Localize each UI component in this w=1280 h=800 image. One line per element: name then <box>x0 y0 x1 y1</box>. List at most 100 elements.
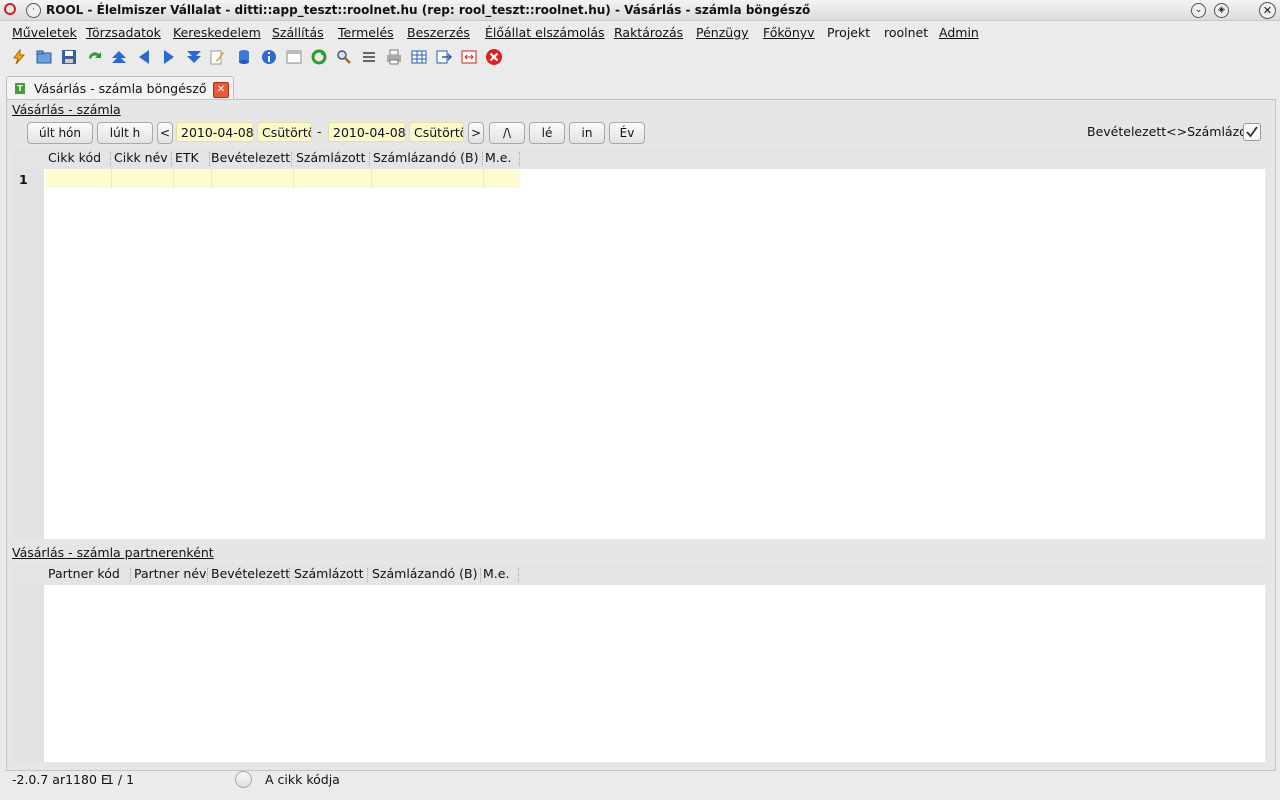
toggle-label: Bevételezett<>Számlázott <box>1087 124 1257 139</box>
table-row[interactable] <box>46 169 520 188</box>
menu-admin[interactable]: Admin <box>939 25 979 40</box>
status-hint: A cikk kódja <box>265 772 340 787</box>
menu-eloallat[interactable]: Élőállat elszámolás <box>485 25 605 40</box>
table-cell[interactable] <box>372 169 484 188</box>
column-header[interactable]: Számlázott <box>296 150 365 165</box>
date-to-field[interactable]: 2010-04-08 <box>328 122 406 142</box>
column-separator[interactable] <box>480 568 482 582</box>
close-red-icon[interactable] <box>485 48 503 66</box>
column-separator[interactable] <box>171 152 173 166</box>
column-header[interactable]: M.e. <box>483 566 509 581</box>
column-header[interactable]: Cikk név <box>114 150 168 165</box>
menu-penzugy[interactable]: Pénzügy <box>696 25 749 40</box>
table-cell[interactable] <box>112 169 174 188</box>
period-button-1[interactable]: /\ <box>489 122 525 144</box>
column-header[interactable]: Számlázott <box>294 566 363 581</box>
edit-icon[interactable] <box>208 48 226 66</box>
year-button[interactable]: Év <box>609 122 645 144</box>
column-separator[interactable] <box>519 152 521 166</box>
menu-label: Műveletek <box>12 25 77 40</box>
column-separator[interactable] <box>482 152 484 166</box>
column-separator[interactable] <box>518 568 520 582</box>
close-window-button[interactable]: ✕ <box>1259 2 1276 19</box>
info-icon[interactable] <box>260 48 278 66</box>
last-record-icon[interactable] <box>185 48 203 66</box>
menu-kereskedelem[interactable]: Kereskedelem <box>173 25 261 40</box>
lightning-icon[interactable] <box>10 48 28 66</box>
menu-bar: Műveletek Törzsadatok Kereskedelem Száll… <box>0 21 1280 43</box>
tab-close-icon[interactable]: ✕ <box>213 82 229 98</box>
next-record-icon[interactable] <box>160 48 178 66</box>
date-from-field[interactable]: 2010-04-08 <box>176 122 254 142</box>
status-radio[interactable] <box>235 771 252 788</box>
column-separator[interactable] <box>291 152 293 166</box>
menu-muveletek[interactable]: Műveletek <box>12 25 77 40</box>
refresh-arrow-icon[interactable] <box>85 48 103 66</box>
list-icon[interactable] <box>360 48 378 66</box>
toggle-checkbox[interactable] <box>1243 123 1261 141</box>
menu-termeles[interactable]: Termelés <box>338 25 394 40</box>
column-header[interactable]: Bevételezett <box>211 566 290 581</box>
tab-label: Vásárlás - számla böngésző <box>34 81 207 96</box>
reload-icon[interactable] <box>310 48 328 66</box>
date-controls: últ hón lúlt h < 2010-04-08 Csütörtö - 2… <box>7 122 1273 144</box>
period-button-3[interactable]: in <box>569 122 605 144</box>
menu-raktarozas[interactable]: Raktározás <box>614 25 683 40</box>
window-title: ROOL - Élelmiszer Vállalat - ditti::app_… <box>46 3 811 17</box>
table-cell[interactable] <box>484 169 520 188</box>
column-header[interactable]: Számlázandó (B) <box>372 566 478 581</box>
window-icon[interactable] <box>285 48 303 66</box>
column-header[interactable]: Cikk kód <box>48 150 101 165</box>
menu-szallitas[interactable]: Szállítás <box>272 25 324 40</box>
menu-label: Raktározás <box>614 25 684 40</box>
minimize-button[interactable]: ⌄ <box>1191 3 1206 18</box>
fullscreen-icon[interactable] <box>460 48 478 66</box>
previous-record-icon[interactable] <box>135 48 153 66</box>
database-icon[interactable] <box>235 48 253 66</box>
menu-beszerzes[interactable]: Beszerzés <box>407 25 470 40</box>
export-icon[interactable] <box>435 48 453 66</box>
menu-label: Beszerzés <box>407 25 470 40</box>
save-icon[interactable] <box>60 48 78 66</box>
prev-month-button[interactable]: últ hón <box>27 122 93 144</box>
column-header[interactable]: Bevételezett <box>211 150 290 165</box>
window-menu-button[interactable]: · <box>26 3 41 18</box>
table-cell[interactable] <box>174 169 212 188</box>
forward-button[interactable]: > <box>468 122 484 144</box>
checkmark-icon <box>1246 126 1258 138</box>
open-folder-icon[interactable] <box>35 48 53 66</box>
column-header[interactable]: Partner név <box>134 566 206 581</box>
search-icon[interactable] <box>335 48 353 66</box>
menu-torzsadatok[interactable]: Törzsadatok <box>86 25 161 40</box>
column-header[interactable]: ETK <box>175 150 199 165</box>
first-record-icon[interactable] <box>110 48 128 66</box>
maximize-button[interactable]: ◈ <box>1214 3 1229 18</box>
table-cell[interactable] <box>212 169 294 188</box>
tab-app-icon: T <box>15 83 25 94</box>
column-separator[interactable] <box>207 568 209 582</box>
column-separator[interactable] <box>289 568 291 582</box>
prev-period-button[interactable]: lúlt h <box>97 122 153 144</box>
back-button[interactable]: < <box>157 122 173 144</box>
partners-grid: Partner kód Partner név Bevételezett Szá… <box>13 564 1265 762</box>
menu-label: Projekt <box>827 25 871 40</box>
tab-vasarlas-szamla[interactable]: T Vásárlás - számla böngésző ✕ <box>6 76 234 101</box>
menu-projekt[interactable]: Projekt <box>827 25 870 40</box>
column-separator[interactable] <box>367 568 369 582</box>
table-cell[interactable] <box>46 169 112 188</box>
period-button-2[interactable]: lé <box>529 122 565 144</box>
table-cell[interactable] <box>294 169 372 188</box>
column-separator[interactable] <box>369 152 371 166</box>
menu-fokonyv[interactable]: Főkönyv <box>763 25 815 40</box>
column-separator[interactable] <box>130 568 132 582</box>
date-range-dash: - <box>317 124 322 139</box>
column-header[interactable]: Partner kód <box>48 566 120 581</box>
items-grid-header: Cikk kód Cikk név ETK Bevételezett Száml… <box>13 148 1265 169</box>
column-separator[interactable] <box>110 152 112 166</box>
table-icon[interactable] <box>410 48 428 66</box>
menu-label: Főkönyv <box>763 25 815 40</box>
column-header[interactable]: Számlázandó (B) <box>373 150 479 165</box>
column-header[interactable]: M.e. <box>485 150 511 165</box>
print-icon[interactable] <box>385 48 403 66</box>
menu-roolnet[interactable]: roolnet <box>884 25 928 40</box>
